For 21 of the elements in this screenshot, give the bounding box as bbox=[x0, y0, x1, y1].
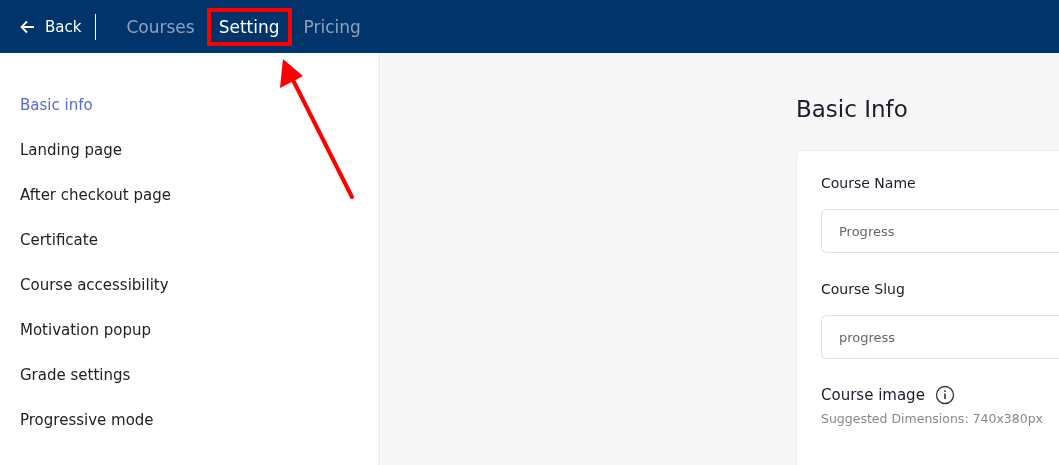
hint-text: Suggested Dimensions: 740x380px bbox=[821, 411, 1044, 426]
sidebar-item[interactable]: Motivation popup bbox=[0, 319, 151, 341]
sidebar-item[interactable]: Course accessibility bbox=[0, 274, 169, 296]
sidebar-item[interactable]: Progressive mode bbox=[0, 409, 154, 431]
info-icon[interactable] bbox=[934, 385, 955, 405]
sidebar-item[interactable]: Landing page bbox=[0, 139, 122, 161]
nav-tab[interactable]: Courses bbox=[118, 8, 203, 45]
sidebar-item[interactable]: Grade settings bbox=[0, 364, 131, 386]
sidebar-item[interactable]: Basic info bbox=[0, 94, 93, 116]
sidebar-item[interactable]: Certificate bbox=[0, 229, 98, 251]
page-title: Basic Info bbox=[796, 95, 909, 124]
back-arrow-icon bbox=[20, 19, 35, 34]
field-label: Course image bbox=[821, 385, 925, 405]
nav-tab[interactable]: Setting bbox=[206, 7, 292, 46]
input-field[interactable]: progress bbox=[821, 315, 1059, 359]
sidebar-item[interactable]: After checkout page bbox=[0, 184, 171, 206]
input-field[interactable]: Progress bbox=[821, 209, 1059, 253]
field-label: Course Slug bbox=[821, 280, 906, 299]
field-label: Course Name bbox=[821, 174, 917, 193]
nav-tab[interactable]: Pricing bbox=[295, 8, 369, 45]
back-button[interactable]: Back bbox=[20, 17, 82, 36]
